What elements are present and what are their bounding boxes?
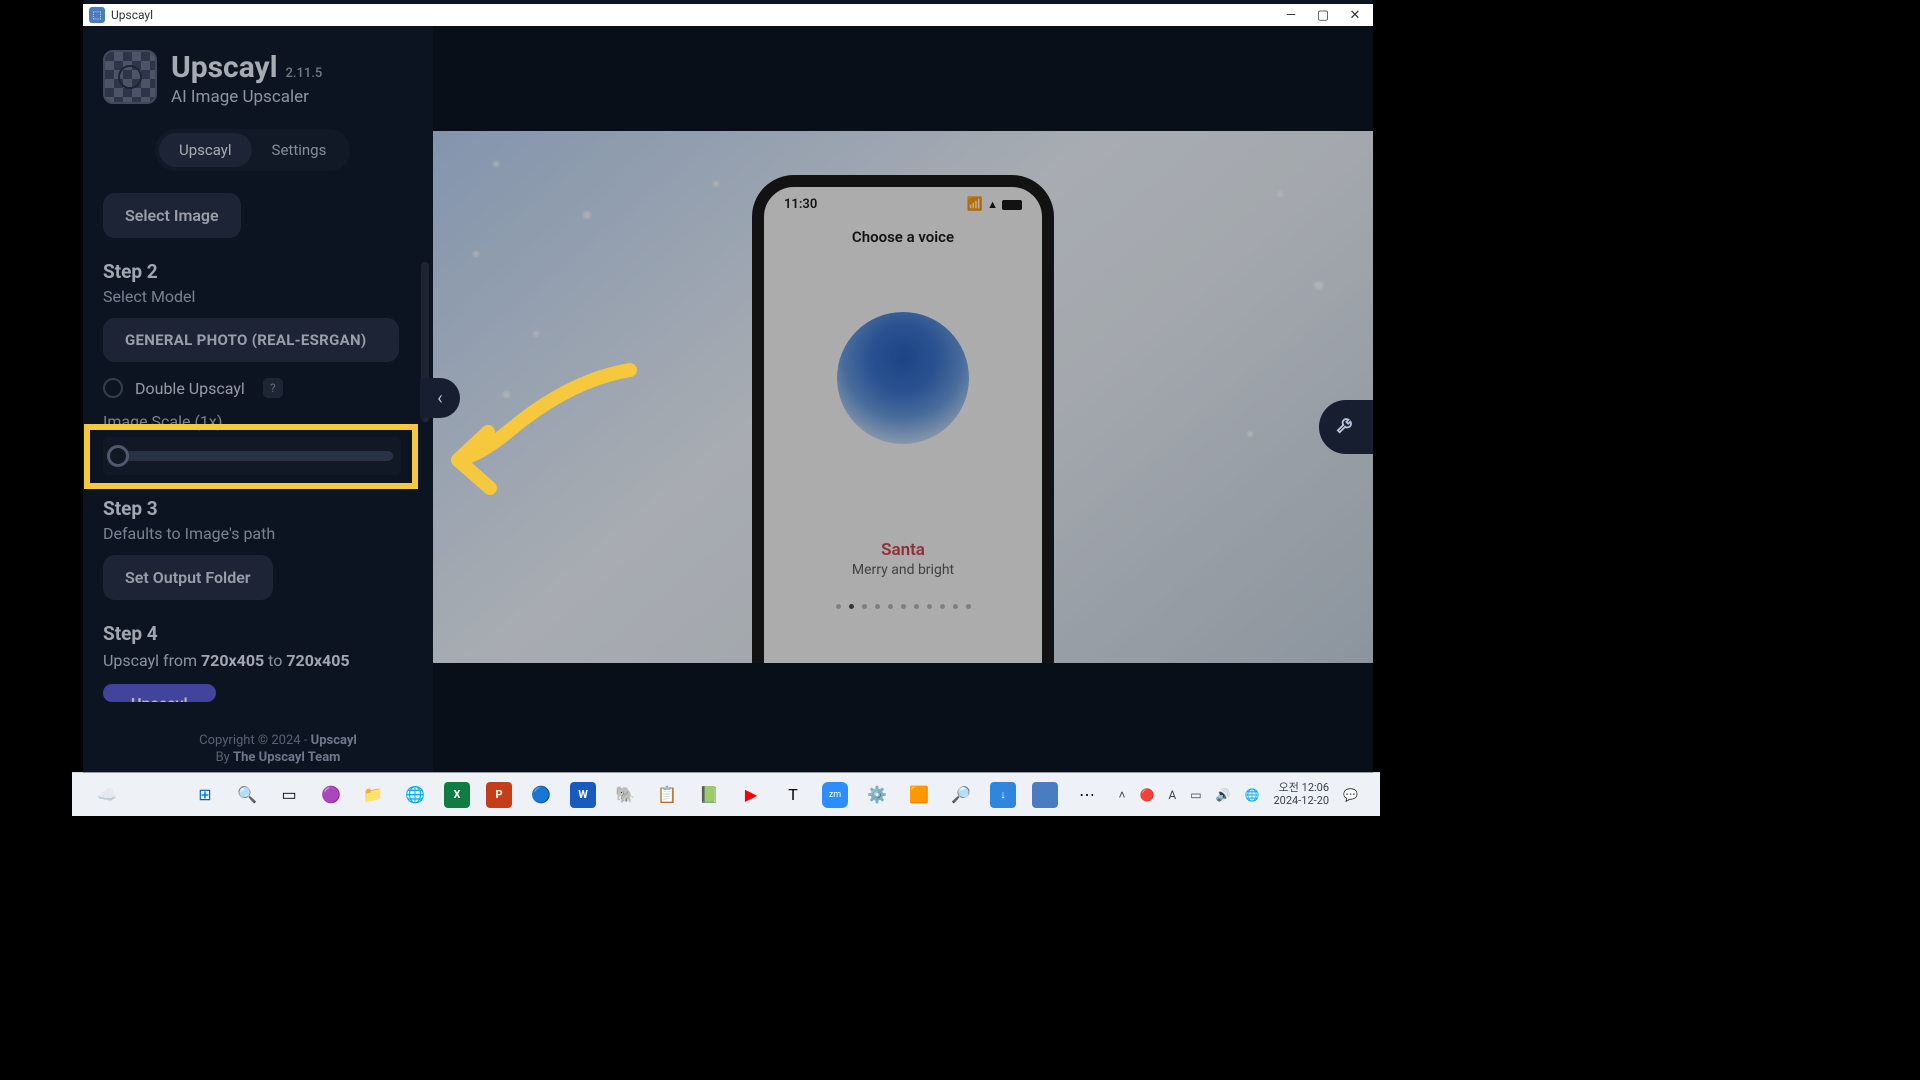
evernote-icon[interactable]: 🐘: [612, 782, 638, 808]
app-icon: ⬚: [89, 7, 105, 23]
overflow-icon[interactable]: ⋯: [1074, 782, 1100, 808]
app-subtitle: AI Image Upscaler: [171, 87, 322, 107]
step3-title: Step 3: [103, 497, 433, 520]
excel-icon[interactable]: X: [444, 782, 470, 808]
copilot-icon[interactable]: 🟣: [318, 782, 344, 808]
phone-heading: Choose a voice: [778, 228, 1028, 246]
volume-icon[interactable]: 🔊: [1216, 788, 1231, 802]
maximize-button[interactable]: ▢: [1316, 8, 1330, 22]
tray-chevron-icon[interactable]: ˄: [1118, 788, 1125, 802]
app-icon-2[interactable]: 🟧: [906, 782, 932, 808]
ime-icon[interactable]: A: [1168, 788, 1176, 802]
voice-subtitle: Merry and bright: [778, 562, 1028, 578]
notification-icon[interactable]: 💬: [1343, 788, 1358, 802]
start-button[interactable]: ⊞: [192, 782, 218, 808]
app-icon-1[interactable]: 📗: [696, 782, 722, 808]
close-button[interactable]: ✕: [1348, 8, 1362, 22]
window-title: Upscayl: [111, 8, 153, 22]
phone-mockup: 11:30 📶 ▲ Choose a voice Santa Merry and…: [752, 175, 1054, 663]
tab-upscayl[interactable]: Upscayl: [159, 133, 252, 167]
double-upscayl-label: Double Upscayl: [135, 379, 245, 398]
select-image-button[interactable]: Select Image: [103, 193, 241, 238]
phone-clock: 11:30: [784, 197, 817, 212]
upscayl-taskbar-icon[interactable]: [1032, 782, 1058, 808]
tray-icon-1[interactable]: 🔴: [1139, 788, 1154, 802]
tab-settings[interactable]: Settings: [252, 133, 347, 167]
sidebar: Upscayl 2.11.5 AI Image Upscaler Upscayl…: [83, 26, 433, 773]
app-icon-3[interactable]: ↓: [990, 782, 1016, 808]
app-version: 2.11.5: [286, 66, 323, 81]
resolution-info: Upscayl from 720x405 to 720x405: [103, 651, 433, 670]
upscayl-button[interactable]: Upscayl: [103, 684, 216, 702]
network-icon[interactable]: 🌐: [1245, 788, 1260, 802]
set-output-folder-button[interactable]: Set Output Folder: [103, 555, 273, 600]
taskbar: ☁️ ⊞ 🔍 ▭ 🟣 📁 🌐 X P 🔵 W 🐘 📋 📗 ▶ T zm ⚙️ 🟧…: [72, 772, 1380, 816]
app-name: Upscayl: [171, 50, 278, 85]
zoom-icon[interactable]: zm: [822, 782, 848, 808]
page-dots: [778, 604, 1028, 609]
powerpoint-icon[interactable]: P: [486, 782, 512, 808]
step4-title: Step 4: [103, 622, 433, 645]
voice-name: Santa: [778, 540, 1028, 560]
task-view-icon[interactable]: ▭: [276, 782, 302, 808]
double-upscayl-checkbox[interactable]: [103, 378, 123, 398]
wifi-icon: ▲: [987, 198, 998, 211]
wrench-icon: [1335, 414, 1357, 440]
clock[interactable]: 오전 12:06 2024-12-20: [1274, 782, 1330, 807]
titlebar: ⬚ Upscayl: [83, 4, 1373, 26]
battery-icon: [1002, 200, 1022, 210]
footer: Copyright © 2024 - Upscayl By The Upscay…: [103, 732, 453, 767]
step2-subtitle: Select Model: [103, 287, 433, 306]
tab-switcher: Upscayl Settings: [155, 129, 350, 171]
edge-icon[interactable]: 🌐: [402, 782, 428, 808]
model-select[interactable]: GENERAL PHOTO (REAL-ESRGAN): [103, 318, 399, 362]
settings-icon[interactable]: ⚙️: [864, 782, 890, 808]
window-controls: ― ▢ ✕: [1284, 4, 1362, 26]
everything-icon[interactable]: 🔎: [948, 782, 974, 808]
youtube-icon[interactable]: ▶: [738, 782, 764, 808]
app-logo: [103, 50, 157, 104]
annotation-arrow: [440, 360, 650, 524]
annotation-highlight: [84, 424, 418, 489]
notepad-icon[interactable]: 📋: [654, 782, 680, 808]
step3-subtitle: Defaults to Image's path: [103, 524, 433, 543]
tools-button[interactable]: [1319, 400, 1373, 454]
phone-status-icons: 📶 ▲: [967, 197, 1022, 212]
tray-icon-2[interactable]: ▭: [1190, 788, 1201, 802]
explorer-icon[interactable]: 📁: [360, 782, 386, 808]
voice-avatar: [837, 312, 969, 444]
weather-icon[interactable]: ☁️: [94, 782, 120, 808]
search-icon[interactable]: 🔍: [234, 782, 260, 808]
step2-title: Step 2: [103, 260, 433, 283]
minimize-button[interactable]: ―: [1284, 8, 1298, 22]
chrome-icon[interactable]: 🔵: [528, 782, 554, 808]
help-icon[interactable]: ?: [263, 378, 283, 398]
signal-icon: 📶: [967, 197, 983, 212]
word-icon[interactable]: W: [570, 782, 596, 808]
app-icon-t[interactable]: T: [780, 782, 806, 808]
